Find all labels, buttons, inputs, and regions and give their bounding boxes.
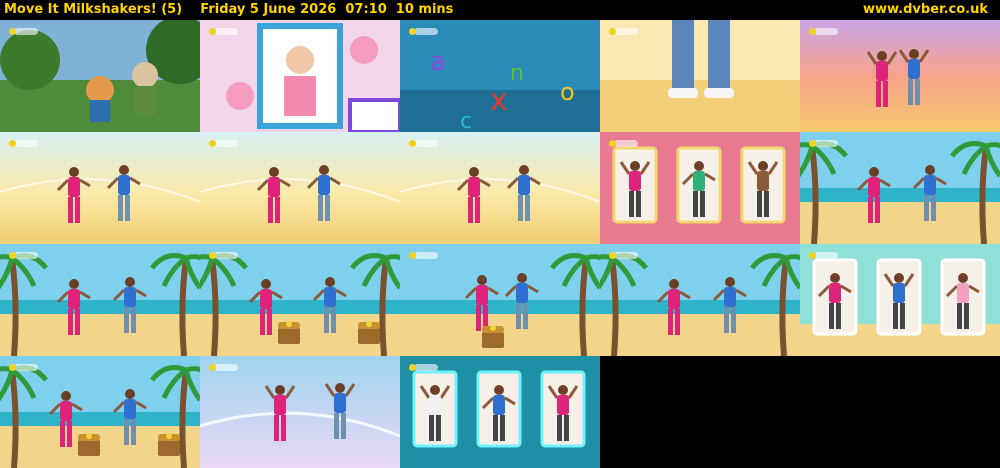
video-thumbnail[interactable] bbox=[800, 20, 1000, 132]
title-bar: Move It Milkshakers! (5) Friday 5 June 2… bbox=[0, 0, 1000, 20]
channel-logo-icon bbox=[409, 140, 438, 147]
thumbnail-scene bbox=[0, 244, 200, 356]
channel-logo-icon bbox=[409, 364, 438, 371]
programme-title: Move It Milkshakers! (5) Friday 5 June 2… bbox=[4, 2, 454, 17]
channel-logo-icon bbox=[809, 140, 838, 147]
thumbnail-scene bbox=[600, 244, 800, 356]
channel-logo-icon bbox=[209, 364, 238, 371]
channel-logo-icon bbox=[609, 252, 638, 259]
channel-logo-icon bbox=[9, 252, 38, 259]
thumbnail-scene bbox=[800, 132, 1000, 244]
video-thumbnail[interactable] bbox=[600, 20, 800, 132]
video-thumbnail[interactable]: a nx o c bbox=[400, 20, 600, 132]
thumbnail-scene bbox=[0, 20, 200, 132]
channel-logo-icon bbox=[409, 252, 438, 259]
thumbnail-scene: a nx o c bbox=[400, 20, 600, 132]
thumbnail-scene bbox=[0, 132, 200, 244]
video-thumbnail[interactable] bbox=[400, 132, 600, 244]
video-thumbnail[interactable] bbox=[0, 356, 200, 468]
channel-logo-icon bbox=[9, 28, 38, 35]
thumbnail-scene bbox=[800, 244, 1000, 356]
video-thumbnail[interactable] bbox=[0, 132, 200, 244]
thumbnail-scene bbox=[200, 356, 400, 468]
video-thumbnail[interactable] bbox=[600, 132, 800, 244]
svg-text:o: o bbox=[560, 78, 575, 106]
channel-logo-icon bbox=[209, 140, 238, 147]
channel-logo-icon bbox=[809, 28, 838, 35]
thumbnail-scene bbox=[600, 20, 800, 132]
thumbnail-scene bbox=[600, 132, 800, 244]
video-thumbnail[interactable] bbox=[400, 356, 600, 468]
video-thumbnail[interactable] bbox=[200, 20, 400, 132]
thumbnail-scene bbox=[0, 356, 200, 468]
svg-text:n: n bbox=[510, 61, 524, 86]
svg-text:c: c bbox=[460, 109, 472, 132]
thumbnail-scene bbox=[400, 356, 600, 468]
thumbnail-scene bbox=[200, 132, 400, 244]
channel-logo-icon bbox=[209, 252, 238, 259]
video-thumbnail[interactable] bbox=[400, 244, 600, 356]
channel-logo-icon bbox=[609, 140, 638, 147]
channel-logo-icon bbox=[609, 28, 638, 35]
channel-logo-icon bbox=[9, 364, 38, 371]
video-thumbnail[interactable] bbox=[0, 244, 200, 356]
video-thumbnail[interactable] bbox=[200, 132, 400, 244]
channel-logo-icon bbox=[209, 28, 238, 35]
channel-logo-icon bbox=[409, 28, 438, 35]
video-thumbnail[interactable] bbox=[800, 132, 1000, 244]
thumbnail-scene bbox=[200, 244, 400, 356]
channel-logo-icon bbox=[9, 140, 38, 147]
thumbnail-scene bbox=[400, 244, 600, 356]
video-thumbnail[interactable] bbox=[200, 356, 400, 468]
svg-text:x: x bbox=[490, 83, 508, 118]
channel-logo-icon bbox=[809, 252, 838, 259]
thumbnail-scene bbox=[400, 132, 600, 244]
svg-text:a: a bbox=[430, 47, 446, 77]
video-thumbnail[interactable] bbox=[600, 244, 800, 356]
thumbnail-scene bbox=[200, 20, 400, 132]
thumbnail-scene bbox=[800, 20, 1000, 132]
video-thumbnail[interactable] bbox=[800, 244, 1000, 356]
video-thumbnail[interactable] bbox=[200, 244, 400, 356]
video-thumbnail[interactable] bbox=[0, 20, 200, 132]
site-link[interactable]: www.dvber.co.uk bbox=[863, 0, 988, 19]
thumbnail-grid: a nx o c bbox=[0, 20, 1000, 468]
